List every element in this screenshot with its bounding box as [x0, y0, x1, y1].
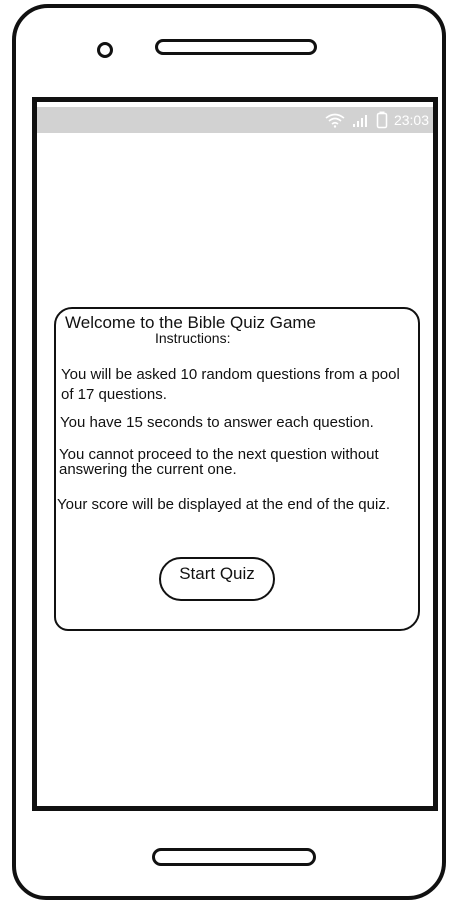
instruction-timer: You have 15 seconds to answer each quest… — [60, 414, 374, 431]
front-camera — [97, 42, 113, 58]
instruction-proceed: You cannot proceed to the next question … — [59, 446, 379, 478]
instructions-heading: Instructions: — [155, 330, 231, 346]
status-time: 23:03 — [393, 112, 429, 128]
battery-icon — [376, 111, 388, 129]
status-bar: 23:03 — [37, 107, 433, 133]
start-quiz-button[interactable]: Start Quiz — [159, 557, 275, 601]
signal-icon — [352, 112, 370, 128]
welcome-card: Welcome to the Bible Quiz Game Instructi… — [54, 307, 420, 631]
home-button[interactable] — [152, 848, 316, 866]
instruction-questions: You will be asked 10 random questions fr… — [61, 366, 400, 403]
earpiece-speaker — [155, 39, 317, 55]
phone-screen: 23:03 Welcome to the Bible Quiz Game Ins… — [32, 97, 438, 811]
instruction-score: Your score will be displayed at the end … — [57, 496, 390, 513]
wifi-icon — [324, 112, 346, 128]
